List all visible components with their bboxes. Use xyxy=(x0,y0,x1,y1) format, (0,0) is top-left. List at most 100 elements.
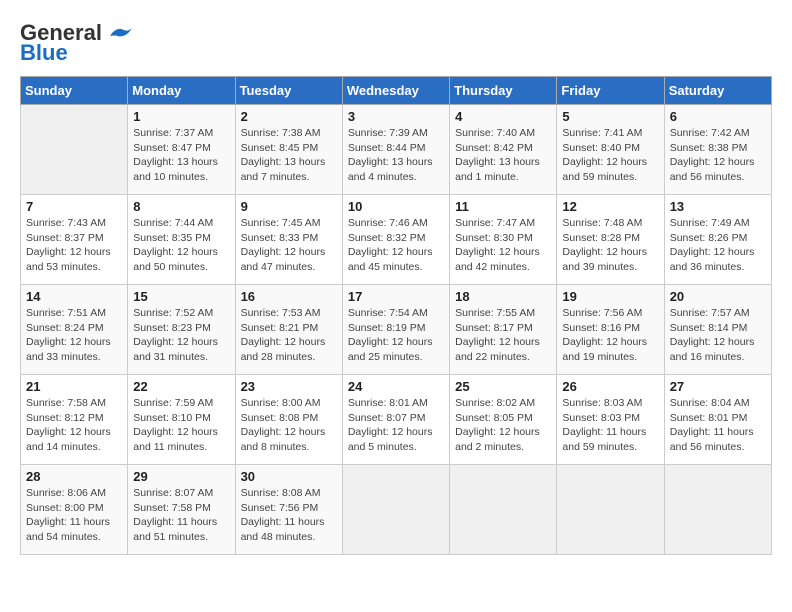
day-info: Sunrise: 7:48 AM Sunset: 8:28 PM Dayligh… xyxy=(562,216,658,275)
calendar-day-cell: 16 Sunrise: 7:53 AM Sunset: 8:21 PM Dayli… xyxy=(235,285,342,375)
day-number: 16 xyxy=(241,289,337,304)
calendar-day-cell: 27 Sunrise: 8:04 AM Sunset: 8:01 PM Dayli… xyxy=(664,375,771,465)
day-number: 15 xyxy=(133,289,229,304)
day-number: 27 xyxy=(670,379,766,394)
calendar-week-row: 1 Sunrise: 7:37 AM Sunset: 8:47 PM Daylig… xyxy=(21,105,772,195)
calendar-day-cell xyxy=(342,465,449,555)
calendar-day-cell: 3Sunrise: 7:39 AM Sunset: 8:44 PM Daylig… xyxy=(342,105,449,195)
logo-bird-icon xyxy=(104,22,132,40)
day-info: Sunrise: 7:42 AM Sunset: 8:38 PM Dayligh… xyxy=(670,126,766,185)
calendar-day-cell: 28 Sunrise: 8:06 AM Sunset: 8:00 PM Dayli… xyxy=(21,465,128,555)
day-number: 21 xyxy=(26,379,122,394)
day-number: 2 xyxy=(241,109,337,124)
calendar-day-cell: 26 Sunrise: 8:03 AM Sunset: 8:03 PM Dayli… xyxy=(557,375,664,465)
day-number: 9 xyxy=(241,199,337,214)
day-info: Sunrise: 7:44 AM Sunset: 8:35 PM Dayligh… xyxy=(133,216,229,275)
day-number: 30 xyxy=(241,469,337,484)
weekday-header-thursday: Thursday xyxy=(450,77,557,105)
day-info: Sunrise: 7:47 AM Sunset: 8:30 PM Dayligh… xyxy=(455,216,551,275)
logo-blue-text: Blue xyxy=(20,40,68,66)
day-info: Sunrise: 8:03 AM Sunset: 8:03 PM Dayligh… xyxy=(562,396,658,455)
day-number: 13 xyxy=(670,199,766,214)
calendar-day-cell: 1 Sunrise: 7:37 AM Sunset: 8:47 PM Daylig… xyxy=(128,105,235,195)
calendar-day-cell xyxy=(557,465,664,555)
day-info: Sunrise: 7:53 AM Sunset: 8:21 PM Dayligh… xyxy=(241,306,337,365)
day-info: Sunrise: 7:43 AM Sunset: 8:37 PM Dayligh… xyxy=(26,216,122,275)
day-number: 28 xyxy=(26,469,122,484)
day-number: 17 xyxy=(348,289,444,304)
calendar-day-cell: 19Sunrise: 7:56 AM Sunset: 8:16 PM Dayli… xyxy=(557,285,664,375)
day-number: 12 xyxy=(562,199,658,214)
header: General Blue xyxy=(20,20,772,66)
calendar-week-row: 7 Sunrise: 7:43 AM Sunset: 8:37 PM Daylig… xyxy=(21,195,772,285)
day-info: Sunrise: 8:07 AM Sunset: 7:58 PM Dayligh… xyxy=(133,486,229,545)
calendar-day-cell: 29 Sunrise: 8:07 AM Sunset: 7:58 PM Dayli… xyxy=(128,465,235,555)
calendar-day-cell: 4Sunrise: 7:40 AM Sunset: 8:42 PM Daylig… xyxy=(450,105,557,195)
calendar-day-cell: 7 Sunrise: 7:43 AM Sunset: 8:37 PM Daylig… xyxy=(21,195,128,285)
calendar-day-cell: 5Sunrise: 7:41 AM Sunset: 8:40 PM Daylig… xyxy=(557,105,664,195)
day-info: Sunrise: 7:52 AM Sunset: 8:23 PM Dayligh… xyxy=(133,306,229,365)
day-number: 25 xyxy=(455,379,551,394)
day-number: 5 xyxy=(562,109,658,124)
day-number: 22 xyxy=(133,379,229,394)
calendar-day-cell: 25 Sunrise: 8:02 AM Sunset: 8:05 PM Dayli… xyxy=(450,375,557,465)
day-info: Sunrise: 8:00 AM Sunset: 8:08 PM Dayligh… xyxy=(241,396,337,455)
calendar-day-cell: 10 Sunrise: 7:46 AM Sunset: 8:32 PM Dayli… xyxy=(342,195,449,285)
calendar-day-cell: 18 Sunrise: 7:55 AM Sunset: 8:17 PM Dayli… xyxy=(450,285,557,375)
calendar-day-cell: 2 Sunrise: 7:38 AM Sunset: 8:45 PM Daylig… xyxy=(235,105,342,195)
day-info: Sunrise: 8:02 AM Sunset: 8:05 PM Dayligh… xyxy=(455,396,551,455)
calendar-day-cell: 12 Sunrise: 7:48 AM Sunset: 8:28 PM Dayli… xyxy=(557,195,664,285)
calendar-day-cell: 9 Sunrise: 7:45 AM Sunset: 8:33 PM Daylig… xyxy=(235,195,342,285)
day-info: Sunrise: 8:01 AM Sunset: 8:07 PM Dayligh… xyxy=(348,396,444,455)
day-number: 11 xyxy=(455,199,551,214)
calendar-day-cell: 20Sunrise: 7:57 AM Sunset: 8:14 PM Dayli… xyxy=(664,285,771,375)
day-info: Sunrise: 7:51 AM Sunset: 8:24 PM Dayligh… xyxy=(26,306,122,365)
day-info: Sunrise: 7:49 AM Sunset: 8:26 PM Dayligh… xyxy=(670,216,766,275)
day-info: Sunrise: 8:06 AM Sunset: 8:00 PM Dayligh… xyxy=(26,486,122,545)
day-number: 26 xyxy=(562,379,658,394)
day-number: 24 xyxy=(348,379,444,394)
day-info: Sunrise: 8:04 AM Sunset: 8:01 PM Dayligh… xyxy=(670,396,766,455)
day-info: Sunrise: 8:08 AM Sunset: 7:56 PM Dayligh… xyxy=(241,486,337,545)
weekday-header-tuesday: Tuesday xyxy=(235,77,342,105)
calendar-day-cell: 30 Sunrise: 8:08 AM Sunset: 7:56 PM Dayli… xyxy=(235,465,342,555)
day-info: Sunrise: 7:37 AM Sunset: 8:47 PM Dayligh… xyxy=(133,126,229,185)
day-number: 29 xyxy=(133,469,229,484)
day-info: Sunrise: 7:46 AM Sunset: 8:32 PM Dayligh… xyxy=(348,216,444,275)
day-number: 18 xyxy=(455,289,551,304)
calendar-week-row: 14 Sunrise: 7:51 AM Sunset: 8:24 PM Dayli… xyxy=(21,285,772,375)
calendar-day-cell: 17 Sunrise: 7:54 AM Sunset: 8:19 PM Dayli… xyxy=(342,285,449,375)
day-info: Sunrise: 7:40 AM Sunset: 8:42 PM Dayligh… xyxy=(455,126,551,185)
weekday-header-wednesday: Wednesday xyxy=(342,77,449,105)
weekday-header-saturday: Saturday xyxy=(664,77,771,105)
day-number: 19 xyxy=(562,289,658,304)
weekday-header-friday: Friday xyxy=(557,77,664,105)
calendar-day-cell: 15 Sunrise: 7:52 AM Sunset: 8:23 PM Dayli… xyxy=(128,285,235,375)
day-info: Sunrise: 7:55 AM Sunset: 8:17 PM Dayligh… xyxy=(455,306,551,365)
weekday-header-monday: Monday xyxy=(128,77,235,105)
calendar-day-cell: 14 Sunrise: 7:51 AM Sunset: 8:24 PM Dayli… xyxy=(21,285,128,375)
day-number: 23 xyxy=(241,379,337,394)
calendar-week-row: 21 Sunrise: 7:58 AM Sunset: 8:12 PM Dayli… xyxy=(21,375,772,465)
day-info: Sunrise: 7:58 AM Sunset: 8:12 PM Dayligh… xyxy=(26,396,122,455)
calendar-day-cell: 24 Sunrise: 8:01 AM Sunset: 8:07 PM Dayli… xyxy=(342,375,449,465)
day-number: 1 xyxy=(133,109,229,124)
calendar-table: SundayMondayTuesdayWednesdayThursdayFrid… xyxy=(20,76,772,555)
day-info: Sunrise: 7:54 AM Sunset: 8:19 PM Dayligh… xyxy=(348,306,444,365)
day-info: Sunrise: 7:39 AM Sunset: 8:44 PM Dayligh… xyxy=(348,126,444,185)
calendar-day-cell xyxy=(21,105,128,195)
day-info: Sunrise: 7:38 AM Sunset: 8:45 PM Dayligh… xyxy=(241,126,337,185)
calendar-week-row: 28 Sunrise: 8:06 AM Sunset: 8:00 PM Dayli… xyxy=(21,465,772,555)
day-info: Sunrise: 7:59 AM Sunset: 8:10 PM Dayligh… xyxy=(133,396,229,455)
day-number: 7 xyxy=(26,199,122,214)
logo: General Blue xyxy=(20,20,132,66)
calendar-day-cell xyxy=(664,465,771,555)
calendar-day-cell: 21 Sunrise: 7:58 AM Sunset: 8:12 PM Dayli… xyxy=(21,375,128,465)
calendar-day-cell: 6Sunrise: 7:42 AM Sunset: 8:38 PM Daylig… xyxy=(664,105,771,195)
day-number: 14 xyxy=(26,289,122,304)
calendar-day-cell: 23 Sunrise: 8:00 AM Sunset: 8:08 PM Dayli… xyxy=(235,375,342,465)
day-number: 10 xyxy=(348,199,444,214)
day-info: Sunrise: 7:45 AM Sunset: 8:33 PM Dayligh… xyxy=(241,216,337,275)
day-number: 20 xyxy=(670,289,766,304)
day-number: 8 xyxy=(133,199,229,214)
